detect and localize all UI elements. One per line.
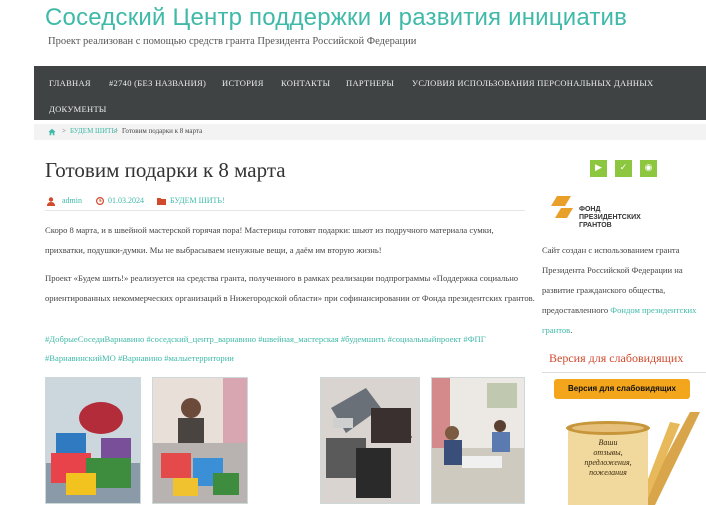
nav-item-partners[interactable]: ПАРТНЕРЫ [346, 78, 394, 88]
fund-logo-text: ФОНД [579, 206, 601, 213]
photo-workshop[interactable] [431, 377, 525, 504]
post-tags[interactable]: #ДобрыеСоседиВарнавино #соседский_центр_… [45, 330, 535, 368]
vk-icon[interactable]: ✓ [615, 160, 632, 177]
post-paragraph: Скоро 8 марта, и в швейной мастерской го… [45, 225, 494, 255]
site-tagline: Проект реализован с помощью средств гран… [48, 36, 417, 47]
breadcrumb: > БУДЕМ ШИТЬ! > Готовим подарки к 8 март… [34, 124, 706, 140]
post-date[interactable]: 01.03.2024 [108, 196, 144, 205]
feedback-scroll-text: пожелания [589, 468, 627, 477]
user-icon [47, 197, 55, 206]
fund-logo-icon [551, 196, 573, 218]
feedback-scroll-text: отзывы, [593, 448, 623, 457]
fund-logo-text: ПРЕЗИДЕНТСКИХ [579, 214, 641, 221]
accessibility-button[interactable]: Версия для слабовидящих [554, 379, 690, 399]
nav-item-contacts[interactable]: КОНТАКТЫ [281, 78, 330, 88]
home-icon[interactable] [48, 128, 56, 136]
post-author[interactable]: admin [62, 196, 82, 205]
nav-item-history[interactable]: ИСТОРИЯ [222, 78, 264, 88]
breadcrumb-separator: > [114, 127, 118, 135]
divider [45, 210, 525, 211]
photo-bags[interactable] [320, 377, 420, 504]
youtube-icon[interactable]: ▶ [590, 160, 607, 177]
post-category[interactable]: БУДЕМ ШИТЬ! [170, 196, 225, 205]
post-title: Готовим подарки к 8 марта [45, 158, 286, 182]
nav-item-personal-data[interactable]: УСЛОВИЯ ИСПОЛЬЗОВАНИЯ ПЕРСОНАЛЬНЫХ ДАННЫ… [412, 78, 653, 88]
divider [542, 372, 706, 373]
folder-icon [157, 198, 166, 205]
fund-logo[interactable]: ФОНД ПРЕЗИДЕНТСКИХ ГРАНТОВ [551, 196, 661, 236]
breadcrumb-current: Готовим подарки к 8 марта [122, 127, 203, 135]
photo-sewing-women[interactable] [152, 377, 248, 504]
clock-icon [96, 197, 104, 205]
post-paragraph: Проект «Будем шить!» реализуется на сред… [45, 273, 535, 303]
fund-logo-text: ГРАНТОВ [579, 222, 612, 229]
feedback-scroll-text: Ваши [598, 438, 618, 447]
rss-icon[interactable]: ◉ [640, 160, 657, 177]
nav-item-home[interactable]: ГЛАВНАЯ [49, 78, 91, 88]
nav-item-documents[interactable]: ДОКУМЕНТЫ [49, 104, 107, 114]
breadcrumb-separator: > [62, 127, 66, 135]
widget-title: Версия для слабовидящих [549, 351, 684, 365]
site-title[interactable]: Соседский Центр поддержки и развития ини… [45, 4, 627, 32]
feedback-scroll-text: предложения, [584, 458, 632, 467]
main-navigation: ГЛАВНАЯ #2740 (БЕЗ НАЗВАНИЯ) ИСТОРИЯ КОН… [34, 66, 706, 120]
breadcrumb-category[interactable]: БУДЕМ ШИТЬ! [70, 127, 118, 135]
sidebar-grant-info: Сайт создан с использованием гранта През… [542, 240, 706, 340]
sidebar-info-end: . [570, 325, 573, 335]
feedback-scroll-image[interactable]: Ваши отзывы, предложения, пожелания [560, 412, 700, 505]
photo-sewing-items[interactable] [45, 377, 141, 504]
nav-item-untitled[interactable]: #2740 (БЕЗ НАЗВАНИЯ) [109, 78, 206, 88]
